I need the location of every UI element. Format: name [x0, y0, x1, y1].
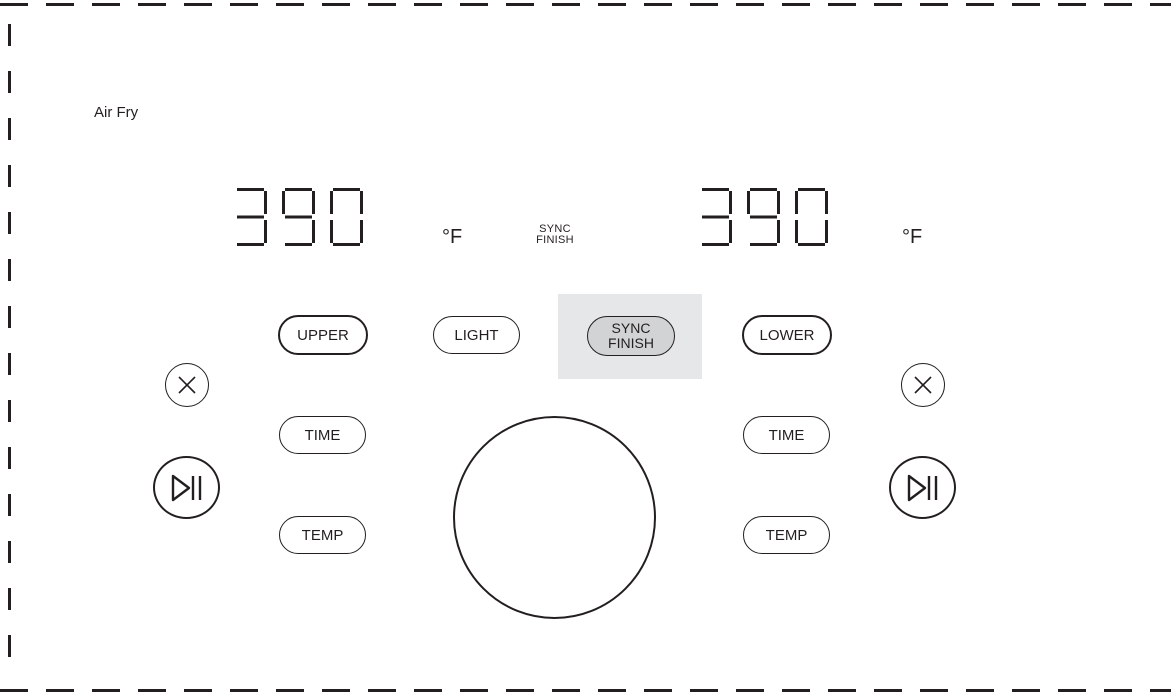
segment-b	[729, 191, 732, 214]
segment-d	[237, 243, 264, 246]
segment-f	[795, 191, 798, 214]
digit-2	[282, 188, 315, 246]
lower-button[interactable]: LOWER	[742, 315, 832, 355]
digit-3	[330, 188, 363, 246]
segment-g	[750, 215, 777, 219]
segment-b	[312, 191, 315, 214]
upper-unit-label: °F	[442, 226, 463, 248]
segment-d	[285, 243, 312, 246]
upper-cancel-button[interactable]	[165, 363, 209, 407]
digit-3	[795, 188, 828, 246]
segment-a	[285, 188, 312, 191]
close-icon	[178, 376, 196, 394]
digit-1	[237, 188, 267, 246]
segment-d	[750, 243, 777, 246]
sync-button-line2: FINISH	[608, 335, 654, 351]
sync-button-line1: SYNC	[611, 320, 651, 336]
segment-a	[798, 188, 825, 191]
digit-1	[702, 188, 732, 246]
segment-g	[237, 215, 264, 219]
segment-b	[264, 191, 267, 214]
segment-c	[360, 220, 363, 243]
lower-cancel-button[interactable]	[901, 363, 945, 407]
sync-finish-button[interactable]: SYNC FINISH	[587, 316, 675, 356]
segment-a	[750, 188, 777, 191]
segment-c	[264, 220, 267, 243]
segment-g	[702, 215, 729, 219]
segment-a	[333, 188, 360, 191]
segment-f	[282, 191, 285, 214]
segment-f	[747, 191, 750, 214]
segment-d	[333, 243, 360, 246]
light-button[interactable]: LIGHT	[433, 316, 520, 354]
segment-d	[798, 243, 825, 246]
upper-temp-button[interactable]: TEMP	[279, 516, 366, 554]
segment-c	[777, 220, 780, 243]
segment-g	[285, 215, 312, 219]
upper-temperature-display	[232, 186, 372, 248]
segment-b	[777, 191, 780, 214]
segment-b	[360, 191, 363, 214]
digit-2	[747, 188, 780, 246]
segment-a	[702, 188, 729, 191]
selector-knob[interactable]	[453, 416, 656, 619]
segment-d	[702, 243, 729, 246]
upper-time-button[interactable]: TIME	[279, 416, 366, 454]
segment-e	[795, 220, 798, 243]
segment-f	[330, 191, 333, 214]
lower-time-button[interactable]: TIME	[743, 416, 830, 454]
play-pause-icon	[171, 474, 201, 501]
sync-finish-indicator: SYNC FINISH	[518, 224, 592, 246]
segment-c	[312, 220, 315, 243]
close-icon	[914, 376, 932, 394]
lower-unit-label: °F	[902, 226, 923, 248]
upper-button[interactable]: UPPER	[278, 315, 368, 355]
lower-temp-button[interactable]: TEMP	[743, 516, 830, 554]
segment-c	[825, 220, 828, 243]
lower-start-pause-button[interactable]	[889, 456, 956, 519]
segment-c	[729, 220, 732, 243]
play-pause-icon	[907, 474, 937, 501]
segment-a	[237, 188, 264, 191]
segment-b	[825, 191, 828, 214]
sync-indicator-line2: FINISH	[536, 234, 574, 246]
upper-start-pause-button[interactable]	[153, 456, 220, 519]
lower-temperature-display	[697, 186, 837, 248]
mode-label: Air Fry	[94, 104, 139, 121]
control-panel: Air Fry °F SYNC FINISH °F UPPER LIGHT SY…	[0, 0, 1171, 696]
segment-e	[330, 220, 333, 243]
